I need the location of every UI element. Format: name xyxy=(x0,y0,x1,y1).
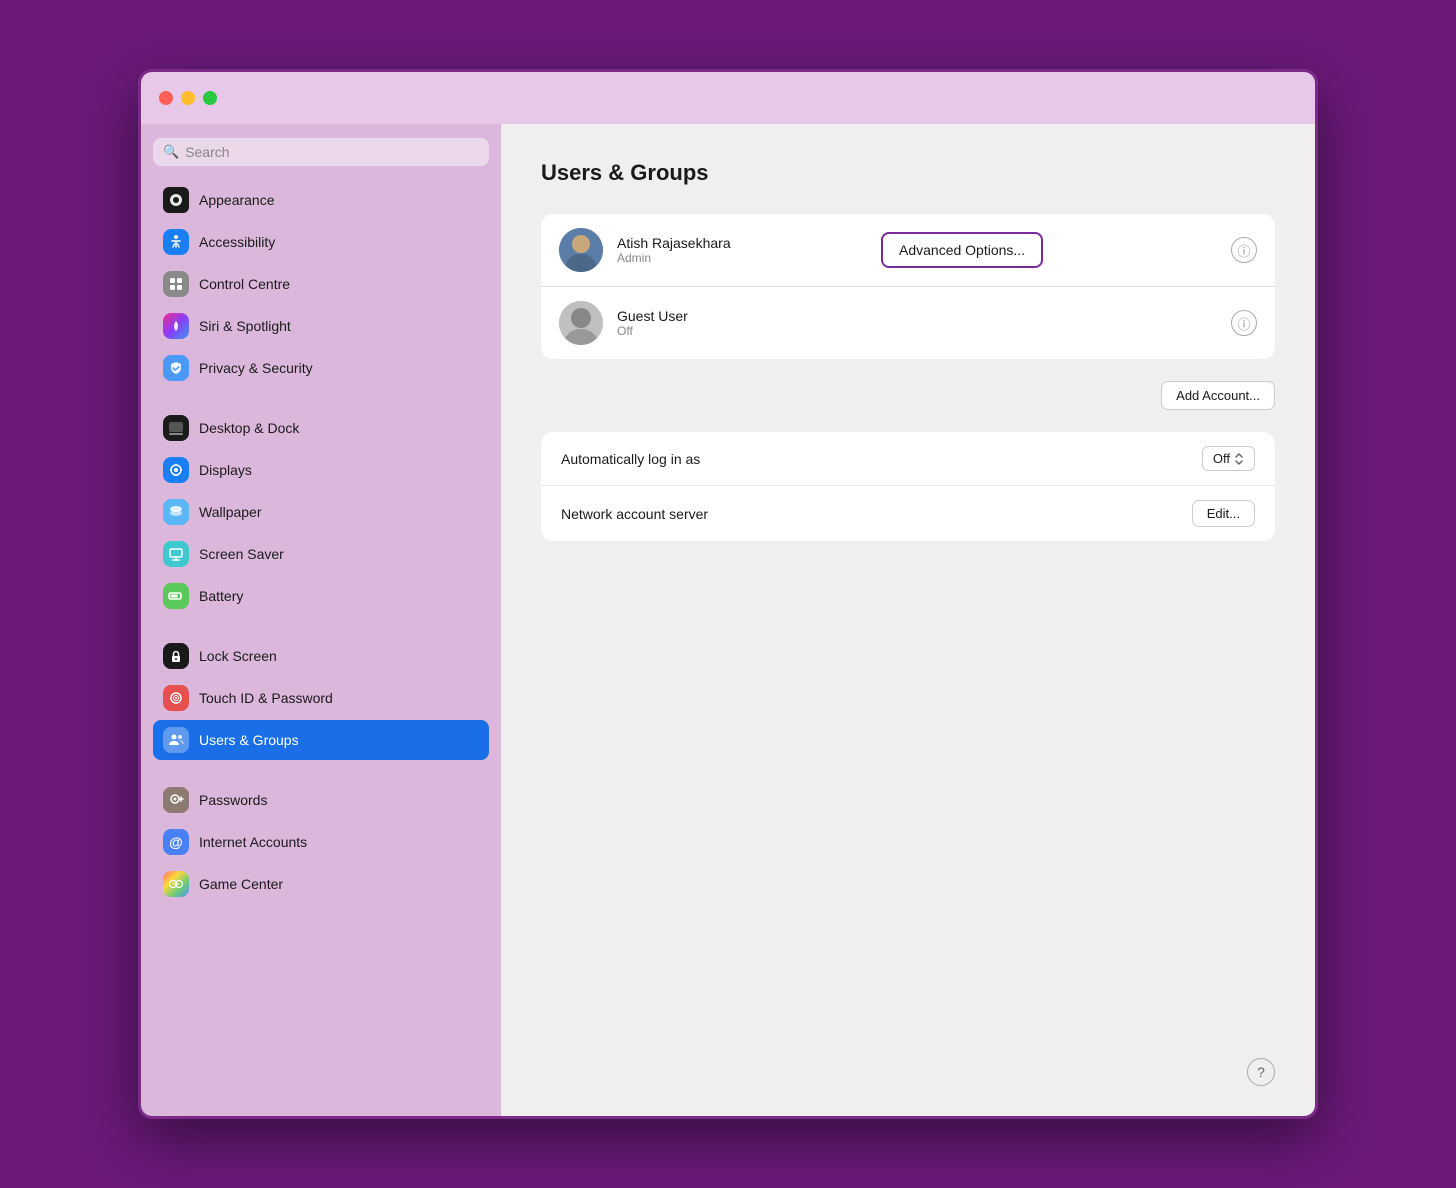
user-info-guest: Guest User Off xyxy=(617,308,1217,338)
appearance-label: Appearance xyxy=(199,192,275,208)
sidebar-item-lock-screen[interactable]: Lock Screen xyxy=(153,636,489,676)
privacy-icon xyxy=(163,355,189,381)
avatar-atish xyxy=(559,228,603,272)
auto-login-label: Automatically log in as xyxy=(561,451,700,467)
info-icon-atish: ⓘ xyxy=(1237,241,1250,260)
search-input[interactable] xyxy=(185,144,479,160)
sidebar-item-passwords[interactable]: Passwords xyxy=(153,780,489,820)
sidebar-item-game-center[interactable]: Game Center xyxy=(153,864,489,904)
users-groups-label: Users & Groups xyxy=(199,732,299,748)
titlebar xyxy=(141,72,1315,124)
minimize-button[interactable] xyxy=(181,91,195,105)
user-row-guest: Guest User Off ⓘ xyxy=(541,287,1275,359)
sidebar-item-siri[interactable]: Siri & Spotlight xyxy=(153,306,489,346)
touchid-icon xyxy=(163,685,189,711)
sidebar-item-control-centre[interactable]: Control Centre xyxy=(153,264,489,304)
main-content: 🔍 Appearance Accessibility xyxy=(141,124,1315,1116)
avatar-img-guest xyxy=(559,301,603,345)
auto-login-value: Off xyxy=(1202,446,1255,471)
network-server-label: Network account server xyxy=(561,506,708,522)
sidebar-item-privacy[interactable]: Privacy & Security xyxy=(153,348,489,388)
battery-icon xyxy=(163,583,189,609)
avatar-img-atish xyxy=(559,228,603,272)
traffic-lights xyxy=(159,91,217,105)
sidebar-item-wallpaper[interactable]: Wallpaper xyxy=(153,492,489,532)
sidebar-item-accessibility[interactable]: Accessibility xyxy=(153,222,489,262)
accessibility-icon xyxy=(163,229,189,255)
add-account-button[interactable]: Add Account... xyxy=(1161,381,1275,410)
sidebar: 🔍 Appearance Accessibility xyxy=(141,124,501,1116)
sidebar-item-battery[interactable]: Battery xyxy=(153,576,489,616)
info-icon-guest: ⓘ xyxy=(1237,314,1250,333)
lock-screen-icon xyxy=(163,643,189,669)
network-server-value: Edit... xyxy=(1192,500,1255,527)
user-name-guest: Guest User xyxy=(617,308,1217,324)
network-server-edit-button[interactable]: Edit... xyxy=(1192,500,1255,527)
users-groups-icon xyxy=(163,727,189,753)
search-icon: 🔍 xyxy=(163,144,179,160)
internet-accounts-icon: @ xyxy=(163,829,189,855)
screen-saver-icon xyxy=(163,541,189,567)
sidebar-item-users-groups[interactable]: Users & Groups xyxy=(153,720,489,760)
touchid-label: Touch ID & Password xyxy=(199,690,333,706)
sidebar-items-list: Appearance Accessibility Control Centre xyxy=(153,180,489,904)
control-centre-icon xyxy=(163,271,189,297)
lock-screen-label: Lock Screen xyxy=(199,648,277,664)
user-role-guest: Off xyxy=(617,324,1217,338)
settings-row-auto-login: Automatically log in as Off xyxy=(541,432,1275,486)
user-info-button-guest[interactable]: ⓘ xyxy=(1231,310,1257,336)
desktop-dock-label: Desktop & Dock xyxy=(199,420,299,436)
advanced-options-button[interactable]: Advanced Options... xyxy=(881,232,1043,268)
sidebar-item-displays[interactable]: Displays xyxy=(153,450,489,490)
wallpaper-icon xyxy=(163,499,189,525)
battery-label: Battery xyxy=(199,588,243,604)
users-card: Atish Rajasekhara Admin Advanced Options… xyxy=(541,214,1275,359)
sidebar-item-internet-accounts[interactable]: @ Internet Accounts xyxy=(153,822,489,862)
control-centre-label: Control Centre xyxy=(199,276,290,292)
page-title: Users & Groups xyxy=(541,160,1275,186)
appearance-icon xyxy=(163,187,189,213)
siri-icon xyxy=(163,313,189,339)
help-icon: ? xyxy=(1257,1064,1265,1080)
passwords-label: Passwords xyxy=(199,792,267,808)
displays-icon xyxy=(163,457,189,483)
passwords-icon xyxy=(163,787,189,813)
sidebar-item-screen-saver[interactable]: Screen Saver xyxy=(153,534,489,574)
auto-login-stepper[interactable]: Off xyxy=(1202,446,1255,471)
desktop-dock-icon xyxy=(163,415,189,441)
privacy-label: Privacy & Security xyxy=(199,360,313,376)
avatar-guest xyxy=(559,301,603,345)
user-info-button-atish[interactable]: ⓘ xyxy=(1231,237,1257,263)
sidebar-item-desktop-dock[interactable]: Desktop & Dock xyxy=(153,408,489,448)
wallpaper-label: Wallpaper xyxy=(199,504,262,520)
internet-accounts-label: Internet Accounts xyxy=(199,834,307,850)
auto-login-value-text: Off xyxy=(1213,451,1230,466)
screen-saver-label: Screen Saver xyxy=(199,546,284,562)
maximize-button[interactable] xyxy=(203,91,217,105)
user-row-atish: Atish Rajasekhara Admin Advanced Options… xyxy=(541,214,1275,287)
sidebar-item-appearance[interactable]: Appearance xyxy=(153,180,489,220)
game-center-icon xyxy=(163,871,189,897)
settings-row-network-server: Network account server Edit... xyxy=(541,486,1275,541)
add-account-row: Add Account... xyxy=(541,381,1275,410)
system-preferences-window: 🔍 Appearance Accessibility xyxy=(138,69,1318,1119)
game-center-label: Game Center xyxy=(199,876,283,892)
settings-card: Automatically log in as Off Network a xyxy=(541,432,1275,541)
main-panel: Users & Groups xyxy=(501,124,1315,1116)
accessibility-label: Accessibility xyxy=(199,234,275,250)
displays-label: Displays xyxy=(199,462,252,478)
help-button[interactable]: ? xyxy=(1247,1058,1275,1086)
search-box[interactable]: 🔍 xyxy=(153,138,489,166)
siri-label: Siri & Spotlight xyxy=(199,318,291,334)
close-button[interactable] xyxy=(159,91,173,105)
sidebar-item-touchid[interactable]: Touch ID & Password xyxy=(153,678,489,718)
